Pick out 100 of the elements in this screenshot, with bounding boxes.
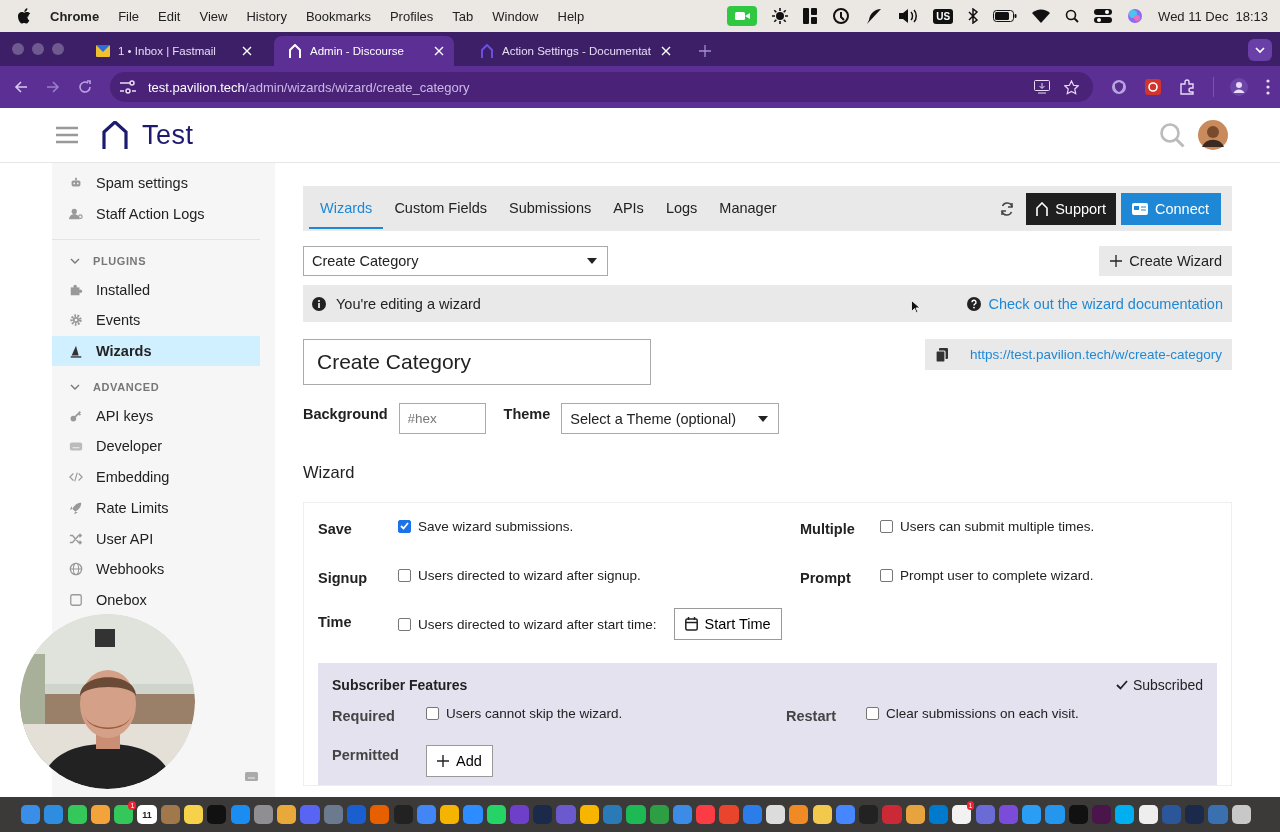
app-icon[interactable]: [1138, 804, 1158, 825]
section-toggle[interactable]: PLUGINS: [52, 248, 260, 275]
checkbox[interactable]: [880, 568, 893, 582]
app-icon[interactable]: [789, 804, 809, 825]
app-icon[interactable]: [1022, 804, 1042, 825]
checkbox[interactable]: [880, 519, 893, 533]
shield-circle-icon[interactable]: [1111, 79, 1127, 95]
checkbox[interactable]: [866, 706, 879, 720]
avatar-icon[interactable]: [1198, 120, 1228, 150]
bluetooth-icon[interactable]: [968, 8, 979, 24]
app-icon[interactable]: [183, 804, 204, 825]
checkbox[interactable]: [398, 568, 411, 582]
sidebar-item[interactable]: User API: [52, 523, 260, 554]
colorful-orb-icon[interactable]: [1127, 8, 1144, 24]
chevron-down-icon[interactable]: [1248, 39, 1272, 61]
close-icon[interactable]: [660, 46, 671, 56]
window-control[interactable]: [52, 43, 64, 55]
sidebar-item[interactable]: Embedding: [52, 461, 260, 493]
menu-item[interactable]: Profiles: [389, 8, 434, 24]
connect-button[interactable]: Connect: [1121, 192, 1221, 225]
app-icon[interactable]: [905, 804, 925, 825]
browser-tab[interactable]: Action Settings - Documentat: [466, 36, 681, 66]
nav-tab[interactable]: Manager: [708, 188, 788, 229]
menu-item[interactable]: Help: [557, 8, 585, 24]
menu-item[interactable]: View: [199, 8, 228, 24]
app-icon[interactable]: [812, 804, 832, 825]
refresh-icon[interactable]: [1000, 201, 1015, 216]
support-button[interactable]: Support: [1026, 192, 1116, 225]
menu-item[interactable]: History: [246, 8, 287, 24]
install-screen-icon[interactable]: [1034, 80, 1050, 94]
plus-icon[interactable]: [698, 45, 711, 57]
toggles-icon[interactable]: [1094, 8, 1113, 24]
reload-icon[interactable]: [78, 80, 92, 94]
forward-arrow-icon[interactable]: [46, 80, 60, 94]
menu-item[interactable]: File: [118, 8, 140, 24]
battery-icon[interactable]: [993, 10, 1018, 22]
start-time-button[interactable]: Start Time: [673, 608, 782, 640]
sidebar-item[interactable]: Rate Limits: [52, 492, 260, 524]
menu-bar-time[interactable]: 18:13: [1235, 8, 1268, 24]
back-arrow-icon[interactable]: [14, 80, 28, 94]
menu-item[interactable]: Bookmarks: [305, 8, 371, 24]
nav-tab[interactable]: Submissions: [498, 188, 603, 229]
theme-select[interactable]: Select a Theme (optional): [561, 403, 780, 434]
speaker-icon[interactable]: [898, 8, 919, 24]
checkbox[interactable]: [426, 706, 439, 720]
columns-icon[interactable]: [803, 8, 818, 24]
app-icon[interactable]: [440, 804, 460, 825]
sun-icon[interactable]: [772, 8, 789, 24]
wizard-select[interactable]: Create Category: [303, 246, 608, 276]
menu-item[interactable]: Tab: [452, 8, 474, 24]
sidebar-item[interactable]: API keys: [52, 400, 260, 432]
checkbox[interactable]: [398, 519, 411, 533]
browser-tab[interactable]: Admin - Discourse: [274, 36, 454, 66]
app-icon[interactable]: [486, 804, 506, 825]
sidebar-item[interactable]: Installed: [52, 274, 260, 306]
app-icon[interactable]: [1115, 804, 1135, 825]
more-vertical-icon[interactable]: [1266, 79, 1270, 95]
tune-icon[interactable]: [120, 80, 136, 94]
app-icon[interactable]: 11: [137, 804, 157, 825]
apple-logo-icon[interactable]: [17, 8, 31, 24]
close-icon[interactable]: [434, 46, 444, 56]
sidebar-item[interactable]: Webhooks: [52, 553, 260, 585]
search-icon[interactable]: [1065, 9, 1080, 23]
feather-icon[interactable]: [865, 7, 884, 25]
app-icon[interactable]: [579, 804, 599, 825]
input-source-badge[interactable]: US: [933, 8, 954, 24]
site-logo-text[interactable]: Test: [142, 119, 194, 151]
puzzle-piece-icon[interactable]: [1179, 79, 1195, 95]
section-toggle[interactable]: ADVANCED: [52, 374, 260, 401]
sidebar-item[interactable]: Wizards: [52, 335, 260, 367]
sidebar-item[interactable]: Staff Action Logs: [52, 198, 260, 230]
window-control[interactable]: [32, 43, 44, 55]
app-icon[interactable]: [766, 804, 786, 825]
menu-icon[interactable]: [56, 126, 78, 144]
profile-icon[interactable]: [1230, 78, 1248, 96]
app-icon[interactable]: [67, 804, 87, 825]
wifi-icon[interactable]: [1032, 9, 1051, 23]
sidebar-item[interactable]: Developer: [52, 431, 260, 462]
sidebar-item[interactable]: Events: [52, 305, 260, 336]
nav-tab[interactable]: Custom Fields: [383, 188, 499, 229]
checkbox[interactable]: [398, 617, 411, 631]
menu-item[interactable]: Edit: [158, 8, 181, 24]
menu-bar-date[interactable]: Wed 11 Dec: [1158, 8, 1229, 24]
create-wizard-button[interactable]: Create Wizard: [1099, 246, 1232, 276]
nav-tab[interactable]: APIs: [602, 188, 655, 229]
add-button[interactable]: Add: [426, 745, 493, 777]
app-menu[interactable]: Chrome: [50, 8, 100, 24]
app-icon[interactable]: [277, 804, 297, 825]
menu-item[interactable]: Window: [492, 8, 539, 24]
app-icon[interactable]: [626, 804, 646, 825]
star-icon[interactable]: [1064, 79, 1079, 95]
hex-field[interactable]: #hex: [398, 403, 486, 434]
nav-tab[interactable]: Logs: [654, 188, 709, 229]
ring-badge-icon[interactable]: [1145, 79, 1161, 95]
copy-icon[interactable]: [935, 347, 948, 362]
app-icon[interactable]: [1231, 804, 1251, 825]
browser-tab[interactable]: 1 • Inbox | Fastmail: [82, 36, 262, 66]
sidebar-item[interactable]: Onebox: [52, 584, 260, 616]
app-icon[interactable]: [90, 804, 111, 825]
window-control[interactable]: [12, 43, 24, 55]
